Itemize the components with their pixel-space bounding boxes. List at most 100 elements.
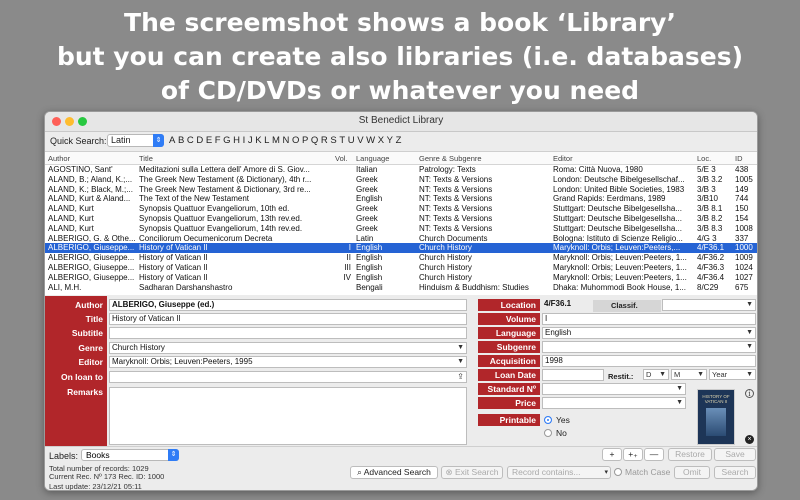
column-id[interactable]: ID [735,154,757,163]
restit-year-select[interactable]: Year ▼ [709,369,756,380]
book-cover-image[interactable]: HISTORY OF VATICAN II [697,389,735,445]
letter-x[interactable]: X [378,135,384,146]
letter-b[interactable]: B [178,135,184,146]
price-field[interactable]: ▼ [542,397,686,409]
letter-d[interactable]: D [196,135,203,146]
restit-month-select[interactable]: M ▼ [671,369,707,380]
letter-o[interactable]: O [292,135,299,146]
printable-no-radio[interactable] [544,429,552,437]
table-row[interactable]: AGOSTINO, Sant' Meditazioni sulla Lettera… [45,165,757,175]
acquisition-field[interactable]: 1998 [542,355,756,367]
table-row[interactable]: ALAND, K.; Black, M.;... The Greek New Te… [45,184,757,195]
letter-t[interactable]: T [339,135,345,146]
record-contains-select[interactable]: Record contains... ▾ [507,466,611,479]
add-record-button[interactable]: + [602,448,622,461]
language-field[interactable]: English ▼ [542,327,756,339]
share-icon[interactable]: ⇪ [457,372,464,382]
editor-field[interactable]: Maryknoll: Orbis; Leuven:Peeters, 1995 ▼ [109,356,467,368]
title-label: Title [85,314,103,324]
table-row[interactable]: ALBERIGO, Giuseppe... History of Vatican … [45,253,757,263]
delete-record-button[interactable]: — [644,448,664,461]
quick-search-select[interactable]: Latin ⇕ [107,134,164,147]
cell-vol: I [348,243,351,253]
cell-title: History of Vatican II [139,272,208,282]
table-row[interactable]: ALBERIGO, Giuseppe... History of Vatican … [45,262,757,273]
letter-c[interactable]: C [187,135,194,146]
subtitle-field[interactable] [109,327,467,339]
letter-v[interactable]: V [357,135,363,146]
remove-cover-icon[interactable]: × [745,435,754,444]
table-row[interactable]: ALI, M.H. Sadharan Darshanshastro Bengali H… [45,283,757,293]
loan-date-field[interactable] [542,369,604,381]
column-author[interactable]: Author [48,154,137,163]
acquisition-value: 1998 [545,356,563,365]
restit-year-value: Year [712,370,728,379]
cell-genre: Church History [419,253,472,263]
match-case-checkbox[interactable] [614,468,622,476]
labels-select[interactable]: Books ⇕ [81,449,179,461]
table-row[interactable]: ALAND, Kurt Synopsis Quattuor Evangelioru… [45,204,757,214]
remarks-textarea[interactable] [109,387,467,445]
classif-select[interactable]: ▼ [662,299,756,311]
quick-search-value: Latin [111,135,131,145]
letter-u[interactable]: U [348,135,355,146]
letter-z[interactable]: Z [396,135,402,146]
table-row[interactable]: ALAND, Kurt Synopsis Quattuor Evangelioru… [45,224,757,234]
table-row[interactable]: ALAND, Kurt Synopsis Quattuor Evangelioru… [45,213,757,224]
letter-h[interactable]: H [233,135,240,146]
table-row[interactable]: ALBERIGO, Giuseppe... History of Vatican … [45,243,757,254]
genre-field[interactable]: Church History ▼ [109,342,467,354]
letter-n[interactable]: N [283,135,290,146]
standard-field[interactable]: ▼ [542,383,686,395]
column-genre[interactable]: Genre & Subgenre [419,154,549,163]
author-label: Author [75,300,103,310]
table-row[interactable]: ALAND, B.; Aland, K.;... The Greek New Te… [45,175,757,185]
cell-author: ALAND, Kurt [48,213,94,223]
volume-field[interactable]: I [542,313,756,325]
column-language[interactable]: Language [356,154,416,163]
classif-label: Classif. [593,300,661,312]
info-icon[interactable]: i [745,389,754,398]
table-row[interactable]: ALBERIGO, G. & Othe... Conciliorum Oecume… [45,234,757,244]
save-button[interactable]: Save [714,448,756,461]
exit-search-button[interactable]: ⊗ Exit Search [441,466,503,479]
restit-day-select[interactable]: D ▼ [643,369,669,380]
letter-e[interactable]: E [206,135,212,146]
letter-f[interactable]: F [215,135,221,146]
chevron-updown-icon: ⇕ [153,134,164,147]
title-field[interactable]: History of Vatican II [109,313,467,325]
letter-s[interactable]: S [330,135,336,146]
letter-l[interactable]: L [264,135,269,146]
letter-m[interactable]: M [272,135,280,146]
letter-j[interactable]: J [248,135,253,146]
letter-w[interactable]: W [366,135,375,146]
column-title[interactable]: Title [139,154,351,163]
cell-language: English [356,262,383,272]
on-loan-to-field[interactable]: ⇪ [109,371,467,383]
letter-y[interactable]: Y [387,135,393,146]
advanced-search-button[interactable]: ⌕ Advanced Search [350,466,438,479]
table-row[interactable]: ALBERIGO, Giuseppe... History of Vatican … [45,272,757,283]
search-button[interactable]: Search [714,466,756,479]
column-vol[interactable]: Vol. [335,154,353,163]
printable-yes-radio[interactable] [544,416,552,424]
table-row[interactable]: ALAND, Kurt & Aland... The Text of the Ne… [45,194,757,204]
omit-button[interactable]: Omit [674,466,710,479]
author-field[interactable]: ALBERIGO, Giuseppe (ed.) [109,299,467,311]
letter-a[interactable]: A [169,135,175,146]
letter-i[interactable]: I [243,135,246,146]
letter-p[interactable]: P [302,135,308,146]
restit-label: Restit.: [608,372,634,381]
duplicate-record-button[interactable]: +₊ [623,448,643,461]
column-editor[interactable]: Editor [553,154,693,163]
letter-k[interactable]: K [255,135,261,146]
cell-title: The Greek New Testament & Dictionary, 3r… [139,184,311,194]
location-value[interactable]: 4/F36.1 [542,299,592,311]
promo-headline: The screemshot shows a book ‘Library’ bu… [0,6,800,108]
subgenre-field[interactable]: ▼ [542,341,756,353]
column-loc[interactable]: Loc. [697,154,731,163]
restore-button[interactable]: Restore [668,448,712,461]
letter-q[interactable]: Q [311,135,318,146]
letter-g[interactable]: G [223,135,230,146]
letter-r[interactable]: R [321,135,328,146]
